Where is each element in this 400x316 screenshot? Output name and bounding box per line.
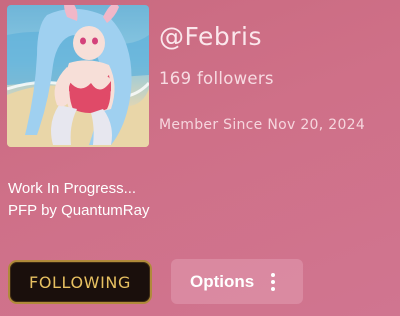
avatar[interactable] xyxy=(7,5,149,147)
followers-count[interactable]: 169 followers xyxy=(159,69,274,89)
member-since: Member Since Nov 20, 2024 xyxy=(159,117,366,133)
bio: Work In Progress... PFP by QuantumRay xyxy=(8,178,149,222)
username: @Febris xyxy=(159,22,263,51)
following-button[interactable]: FOLLOWING xyxy=(8,260,152,304)
more-vertical-icon xyxy=(270,273,276,291)
avatar-image xyxy=(7,5,149,147)
following-label: FOLLOWING xyxy=(29,272,131,292)
bio-line: PFP by QuantumRay xyxy=(8,202,150,219)
options-button[interactable]: Options xyxy=(171,259,303,304)
bio-line: Work In Progress... xyxy=(8,180,137,197)
options-label: Options xyxy=(190,272,255,291)
